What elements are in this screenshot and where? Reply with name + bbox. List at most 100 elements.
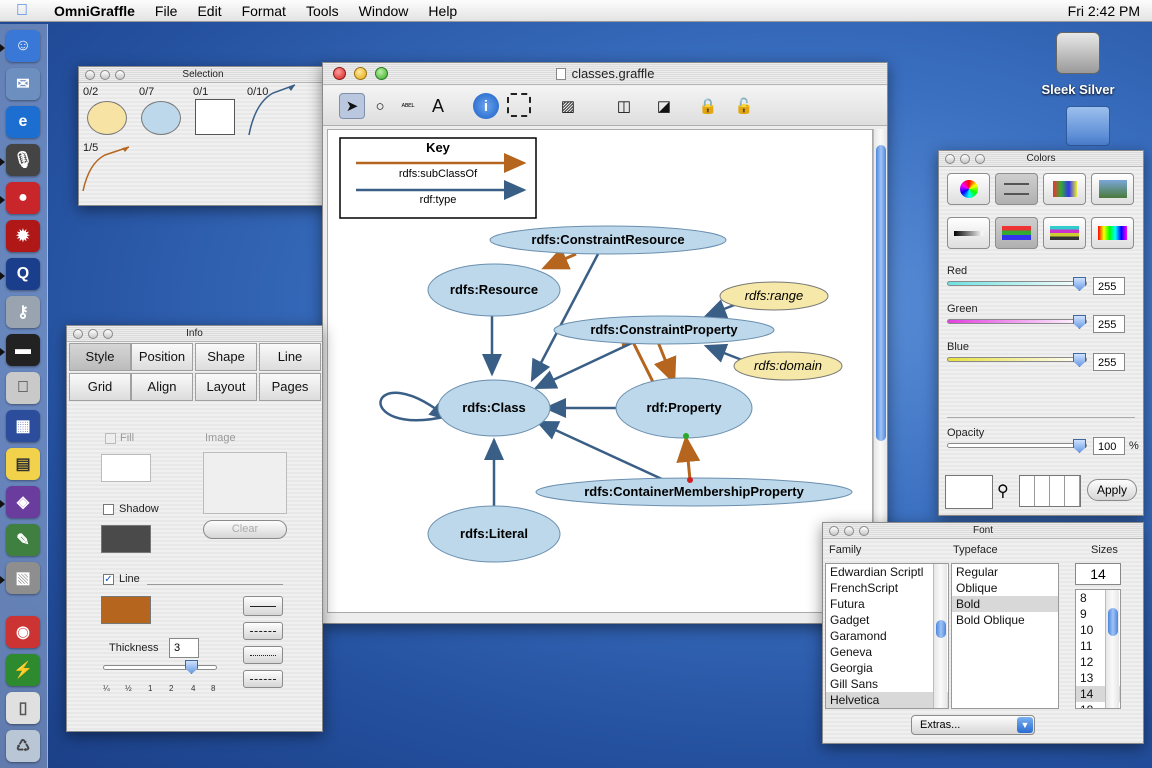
family-item[interactable]: Futura bbox=[826, 596, 948, 612]
menu-tools[interactable]: Tools bbox=[296, 3, 349, 19]
document-icon[interactable]: ▯ bbox=[6, 692, 40, 724]
menu-format[interactable]: Format bbox=[232, 3, 296, 19]
thickness-field[interactable]: 3 bbox=[169, 638, 199, 658]
tab-pages[interactable]: Pages bbox=[259, 373, 321, 401]
selection-rect-shape[interactable] bbox=[195, 99, 235, 135]
image-well[interactable] bbox=[203, 452, 287, 514]
text-tool-icon[interactable]: A bbox=[425, 93, 451, 119]
edge-constraintproperty-class[interactable] bbox=[533, 340, 635, 390]
family-item[interactable]: Gadget bbox=[826, 612, 948, 628]
typeface-item[interactable]: Oblique bbox=[952, 580, 1058, 596]
stickies-icon[interactable]: ▤ bbox=[6, 448, 40, 480]
edge-constraintproperty-property[interactable] bbox=[653, 341, 677, 385]
zoom-button[interactable] bbox=[975, 154, 985, 164]
blue-slider-thumb[interactable] bbox=[1073, 353, 1086, 367]
color-swatches-grid[interactable] bbox=[1019, 475, 1081, 507]
mail-icon[interactable]: ✉ bbox=[6, 68, 40, 100]
menu-window[interactable]: Window bbox=[349, 3, 419, 19]
line-color-well[interactable] bbox=[101, 596, 151, 624]
apple-menu-icon[interactable]:  bbox=[0, 2, 44, 20]
green-slider[interactable] bbox=[947, 319, 1087, 324]
size-scrollbar[interactable] bbox=[1105, 590, 1119, 708]
lock-icon[interactable]: 🔒 bbox=[695, 93, 721, 119]
internet-explorer-icon[interactable]: e bbox=[6, 106, 40, 138]
line-style-solid[interactable] bbox=[243, 596, 283, 616]
cmyk-sliders-icon[interactable] bbox=[1043, 217, 1086, 249]
font-titlebar[interactable]: Font bbox=[823, 523, 1143, 539]
close-button[interactable] bbox=[333, 67, 346, 80]
edge-constraintresource-resource[interactable] bbox=[541, 247, 577, 270]
opacity-slider[interactable] bbox=[947, 443, 1087, 448]
menu-edit[interactable]: Edit bbox=[187, 3, 231, 19]
tab-style[interactable]: Style bbox=[69, 343, 131, 371]
tab-line[interactable]: Line bbox=[259, 343, 321, 371]
family-item-selected[interactable]: Helvetica bbox=[826, 692, 948, 708]
zoom-button[interactable] bbox=[375, 67, 388, 80]
clear-image-button[interactable]: Clear bbox=[203, 520, 287, 539]
menu-clock[interactable]: Fri 2:42 PM bbox=[1068, 3, 1152, 19]
opacity-value-field[interactable]: 100 bbox=[1093, 437, 1125, 455]
red-value-field[interactable]: 255 bbox=[1093, 277, 1125, 295]
quicktime-icon[interactable]: Q bbox=[6, 258, 40, 290]
green-value-field[interactable]: 255 bbox=[1093, 315, 1125, 333]
tab-align[interactable]: Align bbox=[131, 373, 193, 401]
family-item[interactable]: Geneva bbox=[826, 644, 948, 660]
document-titlebar[interactable]: classes.graffle bbox=[323, 63, 887, 85]
tab-shape[interactable]: Shape bbox=[195, 343, 257, 371]
colors-titlebar[interactable]: Colors bbox=[939, 151, 1143, 167]
family-item[interactable]: Edwardian Scriptl bbox=[826, 564, 948, 580]
minimize-button[interactable] bbox=[844, 526, 854, 536]
preview-icon[interactable]: ▧ bbox=[6, 562, 40, 594]
airport-icon[interactable]: ◉ bbox=[6, 616, 40, 648]
line-checkbox[interactable]: ✓ bbox=[103, 574, 114, 585]
typeface-item[interactable]: Regular bbox=[952, 564, 1058, 580]
textedit-icon[interactable]: ✎ bbox=[6, 524, 40, 556]
family-item[interactable]: FrenchScript bbox=[826, 580, 948, 596]
info-titlebar[interactable]: Info bbox=[67, 326, 322, 342]
color-wheel-icon[interactable] bbox=[947, 173, 990, 205]
minimize-button[interactable] bbox=[354, 67, 367, 80]
line-style-dashed[interactable] bbox=[243, 622, 283, 640]
canvas-scroll-thumb[interactable] bbox=[876, 145, 886, 441]
unlock-icon[interactable]: 🔓 bbox=[731, 93, 757, 119]
close-button[interactable] bbox=[829, 526, 839, 536]
red-slider[interactable] bbox=[947, 281, 1087, 286]
desktop-drive[interactable]: Sleek Silver bbox=[1040, 32, 1116, 97]
zoom-button[interactable] bbox=[115, 70, 125, 80]
tab-layout[interactable]: Layout bbox=[195, 373, 257, 401]
chat-icon[interactable]: ● bbox=[6, 182, 40, 214]
minimize-button[interactable] bbox=[100, 70, 110, 80]
bring-front-icon[interactable]: ◫ bbox=[611, 93, 637, 119]
blue-slider[interactable] bbox=[947, 357, 1087, 362]
family-scrollbar[interactable] bbox=[933, 564, 947, 708]
finder-icon[interactable]: ☺ bbox=[6, 30, 40, 62]
battery-icon[interactable]: ⚡ bbox=[6, 654, 40, 686]
green-slider-thumb[interactable] bbox=[1073, 315, 1086, 329]
line-style-dashdot[interactable] bbox=[243, 670, 283, 688]
close-button[interactable] bbox=[73, 329, 83, 339]
opacity-slider-thumb[interactable] bbox=[1073, 439, 1086, 453]
desktop-folder[interactable] bbox=[1066, 106, 1116, 146]
close-button[interactable] bbox=[945, 154, 955, 164]
shape-tool-icon[interactable]: ○ bbox=[367, 93, 393, 119]
diagram-canvas[interactable]: Key rdfs:subClassOf rdf:type rdfs:Constr… bbox=[327, 129, 873, 613]
trash-icon[interactable]: ♺ bbox=[6, 730, 40, 762]
image-palette-icon[interactable] bbox=[1091, 173, 1134, 205]
selection-titlebar[interactable]: Selection bbox=[79, 67, 327, 83]
zoom-button[interactable] bbox=[859, 526, 869, 536]
send-back-icon[interactable]: ◪ bbox=[651, 93, 677, 119]
family-scroll-thumb[interactable] bbox=[936, 620, 946, 638]
typeface-item-selected[interactable]: Bold bbox=[952, 596, 1058, 612]
zoom-button[interactable] bbox=[103, 329, 113, 339]
blue-value-field[interactable]: 255 bbox=[1093, 353, 1125, 371]
selection-handle-end[interactable] bbox=[687, 477, 693, 483]
extras-popup[interactable]: Extras... ▼ bbox=[911, 715, 1035, 735]
calendar-icon[interactable]: ▦ bbox=[6, 410, 40, 442]
shadow-color-well[interactable] bbox=[101, 525, 151, 553]
omnigraffle-icon[interactable]: ◈ bbox=[6, 486, 40, 518]
red-slider-thumb[interactable] bbox=[1073, 277, 1086, 291]
color-sliders-icon[interactable] bbox=[995, 173, 1038, 205]
terminal-icon[interactable]: ▬ bbox=[6, 334, 40, 366]
menu-app[interactable]: OmniGraffle bbox=[44, 3, 145, 19]
family-item[interactable]: Georgia bbox=[826, 660, 948, 676]
